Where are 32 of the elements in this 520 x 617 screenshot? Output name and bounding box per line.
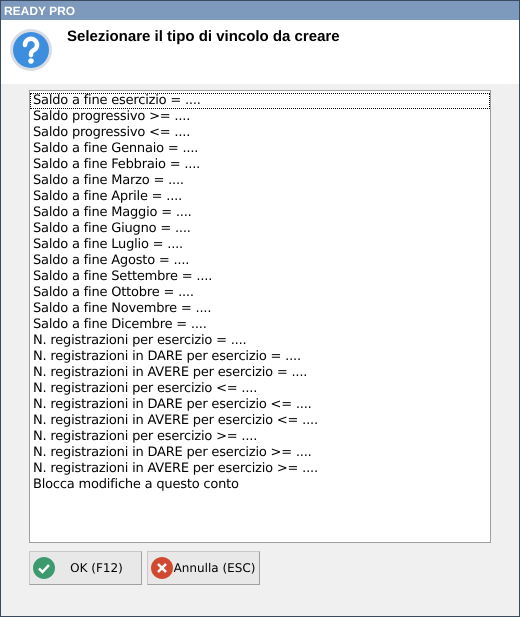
cancel-button[interactable]: Annulla (ESC) — [147, 551, 260, 585]
list-item[interactable]: N. registrazioni in DARE per esercizio >= .... — [30, 445, 490, 461]
check-icon — [33, 557, 55, 579]
list-item[interactable]: Blocca modifiche a questo conto — [30, 477, 490, 493]
list-item[interactable]: N. registrazioni per esercizio >= .... — [30, 429, 490, 445]
list-item[interactable]: Saldo progressivo <= .... — [30, 125, 490, 141]
list-item[interactable]: Saldo a fine Febbraio = .... — [30, 157, 490, 173]
list-item[interactable]: Saldo progressivo >= .... — [30, 109, 490, 125]
list-item[interactable]: Saldo a fine Novembre = .... — [30, 301, 490, 317]
list-item[interactable]: Saldo a fine Maggio = .... — [30, 205, 490, 221]
dialog-message: Selezionare il tipo di vincolo da creare — [67, 27, 340, 47]
list-item[interactable]: Saldo a fine Gennaio = .... — [30, 141, 490, 157]
list-item[interactable]: N. registrazioni in DARE per esercizio = .... — [30, 349, 490, 365]
list-item[interactable]: N. registrazioni in AVERE per esercizio = .... — [30, 365, 490, 381]
list-item[interactable]: Saldo a fine Marzo = .... — [30, 173, 490, 189]
close-icon — [151, 557, 173, 579]
ok-button[interactable]: OK (F12) — [29, 551, 142, 585]
list-item[interactable]: N. registrazioni in DARE per esercizio <= .... — [30, 397, 490, 413]
list-item[interactable]: N. registrazioni in AVERE per esercizio >= .... — [30, 461, 490, 477]
list-item[interactable]: Saldo a fine esercizio = .... — [30, 93, 490, 109]
list-item[interactable]: Saldo a fine Luglio = .... — [30, 237, 490, 253]
list-item[interactable]: Saldo a fine Dicembre = .... — [30, 317, 490, 333]
question-icon — [9, 28, 53, 72]
list-item[interactable]: Saldo a fine Settembre = .... — [30, 269, 490, 285]
window-title: READY PRO — [4, 2, 76, 20]
list-item[interactable]: Saldo a fine Aprile = .... — [30, 189, 490, 205]
list-item[interactable]: N. registrazioni per esercizio <= .... — [30, 381, 490, 397]
list-item[interactable]: Saldo a fine Agosto = .... — [30, 253, 490, 269]
list-item[interactable]: N. registrazioni in AVERE per esercizio <= .... — [30, 413, 490, 429]
list-item[interactable]: Saldo a fine Ottobre = .... — [30, 285, 490, 301]
list-item[interactable]: Saldo a fine Giugno = .... — [30, 221, 490, 237]
list-item[interactable]: N. registrazioni per esercizio = .... — [30, 333, 490, 349]
